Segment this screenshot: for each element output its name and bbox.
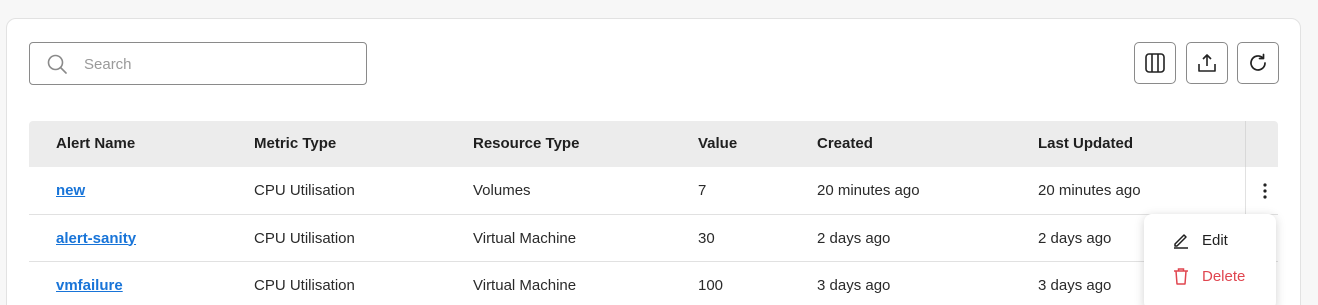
metric-type-cell: CPU Utilisation — [254, 229, 355, 247]
resource-type-cell: Virtual Machine — [473, 229, 577, 247]
search-input[interactable] — [84, 51, 354, 77]
edit-label: Edit — [1202, 231, 1228, 249]
column-divider — [1245, 121, 1246, 167]
upload-icon — [1198, 54, 1216, 72]
column-divider — [1245, 167, 1246, 214]
column-header-metric-type[interactable]: Metric Type — [254, 121, 336, 167]
last-updated-cell: 2 days ago — [1038, 229, 1112, 247]
alerts-table: Alert Name Metric Type Resource Type Val… — [29, 121, 1278, 305]
more-vertical-icon — [1263, 183, 1267, 199]
alert-name-cell: new — [56, 167, 85, 214]
refresh-button[interactable] — [1237, 42, 1279, 84]
alerts-card: Alert Name Metric Type Resource Type Val… — [6, 18, 1301, 305]
table-row: new CPU Utilisation Volumes 7 20 minutes… — [29, 167, 1278, 215]
column-header-alert-name[interactable]: Alert Name — [56, 121, 135, 167]
value-cell: 30 — [698, 229, 715, 247]
value-cell: 7 — [698, 182, 707, 199]
last-updated-cell: 20 minutes ago — [1038, 182, 1141, 199]
alert-name-link[interactable]: vmfailure — [56, 277, 123, 294]
created-cell: 2 days ago — [817, 229, 891, 247]
export-button[interactable] — [1186, 42, 1228, 84]
alert-name-link[interactable]: alert-sanity — [56, 230, 136, 247]
table-header: Alert Name Metric Type Resource Type Val… — [29, 121, 1278, 167]
column-header-created[interactable]: Created — [817, 121, 873, 167]
column-header-last-updated[interactable]: Last Updated — [1038, 121, 1133, 167]
delete-label: Delete — [1202, 267, 1246, 285]
search-box[interactable] — [29, 42, 367, 85]
table-row: alert-sanity CPU Utilisation Virtual Mac… — [29, 215, 1278, 262]
column-header-resource-type[interactable]: Resource Type — [473, 121, 579, 167]
delete-menu-item[interactable]: Delete — [1144, 259, 1276, 293]
row-actions-button[interactable] — [1253, 178, 1277, 204]
metric-type-cell: CPU Utilisation — [254, 277, 355, 294]
resource-type-cell: Volumes — [473, 182, 531, 199]
alert-name-cell: alert-sanity — [56, 215, 136, 262]
edit-icon — [1174, 234, 1188, 249]
alert-name-cell: vmfailure — [56, 262, 123, 305]
created-cell: 20 minutes ago — [817, 182, 920, 199]
last-updated-cell: 3 days ago — [1038, 277, 1112, 294]
trash-icon — [1174, 268, 1188, 285]
alert-name-link[interactable]: new — [56, 182, 85, 199]
resource-type-cell: Virtual Machine — [473, 277, 577, 294]
metric-type-cell: CPU Utilisation — [254, 182, 355, 199]
edit-menu-item[interactable]: Edit — [1144, 223, 1276, 257]
table-row: vmfailure CPU Utilisation Virtual Machin… — [29, 262, 1278, 305]
value-cell: 100 — [698, 277, 724, 294]
refresh-icon — [1250, 53, 1266, 71]
created-cell: 3 days ago — [817, 277, 891, 294]
row-actions-menu: Edit Delete — [1144, 214, 1276, 305]
search-icon — [47, 54, 67, 74]
columns-button[interactable] — [1134, 42, 1176, 84]
column-header-value[interactable]: Value — [698, 121, 737, 167]
columns-icon — [1145, 53, 1165, 73]
